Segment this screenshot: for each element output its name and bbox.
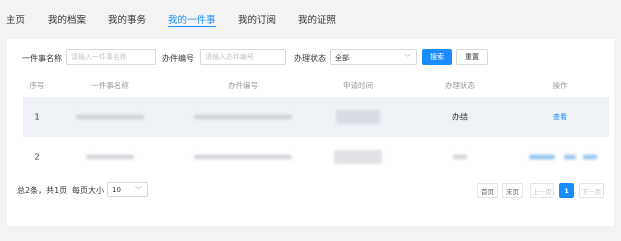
prev-page-button[interactable]: 上一页 [530,183,554,198]
col-header-apply-time: 申请时间 [343,81,373,90]
status-select[interactable]: 全部 ﹀ [330,49,417,65]
top-nav: 主页 我的档案 我的事务 我的一件事 我的订阅 我的证照 [0,0,621,36]
table-row: 1 办结 查看 [23,97,609,137]
page-size-label: 每页大小 [72,186,104,195]
table-row: 2 [23,137,609,177]
view-link[interactable]: 查看 [553,112,567,122]
code-filter-label: 办件编号 [162,54,194,63]
row-status: 办结 [452,112,468,122]
chevron-down-icon: ﹀ [404,54,411,62]
row-index: 1 [34,112,40,122]
active-tab-underline [168,26,216,27]
redacted-name [86,154,134,160]
nav-my-one-thing-label: 我的一件事 [168,15,216,26]
col-header-name: 一件事名称 [91,81,129,90]
redacted-action-link[interactable] [583,154,597,160]
last-page-button[interactable]: 末页 [502,183,523,198]
redacted-apply-time [336,110,380,124]
nav-my-certificates[interactable]: 我的证照 [298,12,336,26]
total-count: 总2条，共1页 [17,186,68,195]
nav-my-one-thing[interactable]: 我的一件事 [168,12,216,27]
redacted-apply-time [334,150,382,164]
main-card: 一件事名称 办件编号 办理状态 全部 ﹀ 搜索 重置 序号 一件事名称 办件编号… [7,39,614,226]
col-header-actions: 操作 [552,81,568,90]
chevron-down-icon: ﹀ [135,186,142,194]
col-header-code: 办件编号 [228,81,258,90]
redacted-code [194,154,292,160]
name-filter-label: 一件事名称 [22,54,62,63]
page-size-value: 10 [112,186,121,194]
next-page-button[interactable]: 下一页 [579,183,604,198]
row-index: 2 [34,152,40,162]
col-header-status: 办理状态 [445,81,475,90]
nav-my-affairs[interactable]: 我的事务 [108,12,146,26]
redacted-code [194,114,292,120]
redacted-action-link[interactable] [529,154,555,160]
page-size-select[interactable]: 10 ﹀ [107,182,148,197]
first-page-button[interactable]: 首页 [477,183,498,198]
name-filter-input[interactable] [66,49,156,65]
search-button[interactable]: 搜索 [422,49,452,65]
redacted-status [453,154,467,160]
col-header-index: 序号 [29,81,45,90]
redacted-name [76,114,144,120]
redacted-action-link[interactable] [564,154,576,160]
status-select-value: 全部 [335,54,349,62]
current-page-button[interactable]: 1 [559,183,574,198]
nav-my-subscriptions[interactable]: 我的订阅 [238,12,276,26]
code-filter-input[interactable] [200,49,286,65]
nav-my-archive[interactable]: 我的档案 [48,12,86,26]
status-filter-label: 办理状态 [294,54,326,63]
reset-button[interactable]: 重置 [456,49,488,65]
nav-home[interactable]: 主页 [6,12,25,26]
